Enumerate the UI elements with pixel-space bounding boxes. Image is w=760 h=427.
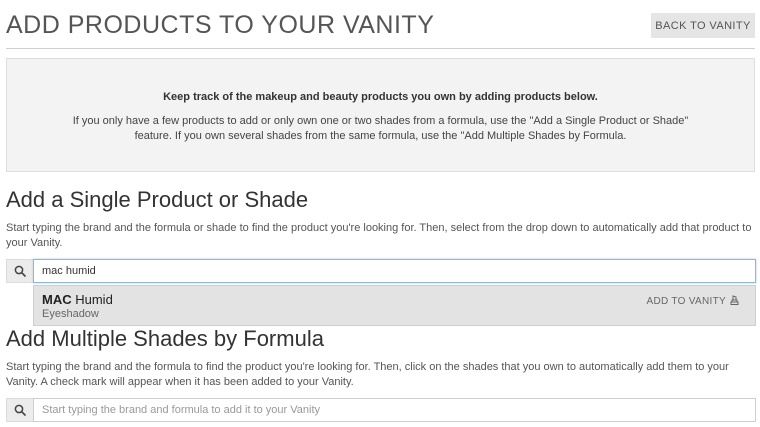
back-to-vanity-button[interactable]: BACK TO VANITY <box>651 13 755 38</box>
suggestion-item[interactable]: MAC Humid Eyeshadow ADD TO VANITY <box>33 285 756 326</box>
single-section-title: Add a Single Product or Shade <box>6 187 309 212</box>
info-box: Keep track of the makeup and beauty prod… <box>6 58 755 172</box>
single-section-description: Start typing the brand and the formula o… <box>6 222 752 249</box>
search-icon <box>6 398 33 422</box>
info-heading: Keep track of the makeup and beauty prod… <box>163 91 598 103</box>
add-to-vanity-label: ADD TO VANITY <box>646 296 726 307</box>
suggestion-product-name: MAC Humid <box>42 292 113 307</box>
single-search-row <box>6 259 756 283</box>
lipstick-icon <box>730 295 739 308</box>
header-divider <box>6 48 755 49</box>
suggestion-type: Eyeshadow <box>42 308 99 320</box>
search-icon <box>6 259 33 283</box>
page-title: ADD PRODUCTS TO YOUR VANITY <box>6 11 435 39</box>
info-text: If you only have a few products to add o… <box>72 115 689 142</box>
multiple-section-description: Start typing the brand and the formula t… <box>6 361 729 388</box>
add-to-vanity-button[interactable]: ADD TO VANITY <box>647 295 739 308</box>
multiple-search-input[interactable] <box>33 398 756 422</box>
multiple-section-title: Add Multiple Shades by Formula <box>6 326 324 351</box>
multiple-search-row <box>6 398 756 422</box>
suggestion-brand: MAC <box>42 292 72 307</box>
single-search-input[interactable] <box>33 259 756 283</box>
suggestion-shade: Humid <box>75 292 113 307</box>
